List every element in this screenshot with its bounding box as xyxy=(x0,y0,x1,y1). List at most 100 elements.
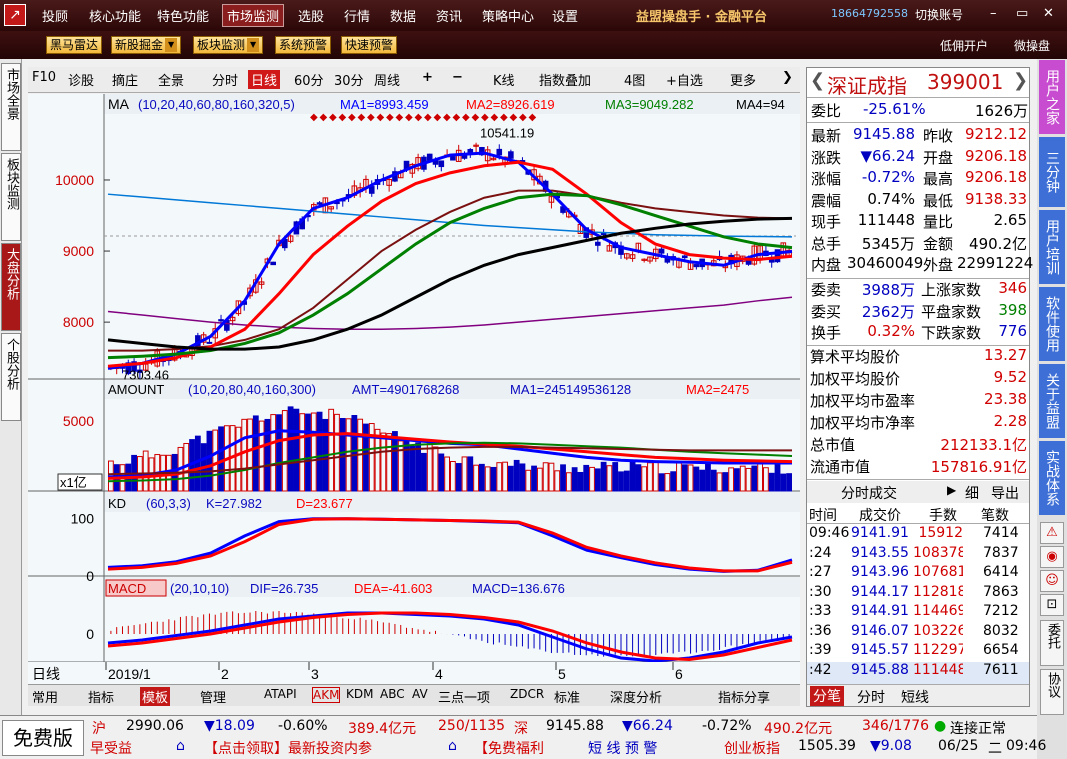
entrust-button[interactable]: 委托 xyxy=(1040,620,1064,666)
agreement-button[interactable]: 协议 xyxy=(1040,669,1064,715)
new-stock-mining-button[interactable]: 新股掘金 ▼ xyxy=(111,36,182,54)
package-icon[interactable]: ⊡ xyxy=(1040,594,1064,616)
stat-label: 加权平均股价 xyxy=(810,370,901,388)
dark-horse-radar-button[interactable]: 黑马雷达 xyxy=(46,36,103,54)
switch-account-link[interactable]: 切换账号 xyxy=(915,6,963,23)
tab-sector-monitor[interactable]: 板块监测 xyxy=(1,153,21,241)
tab-market-analysis[interactable]: 大盘分析 xyxy=(1,243,21,331)
menu-market-monitor[interactable]: 市场监测 xyxy=(222,4,285,27)
tick-price: 9145.88 xyxy=(851,661,909,678)
f10-button[interactable]: F10 xyxy=(32,70,56,85)
macd-dea-value: DEA=-41.603 xyxy=(354,581,432,596)
tab-av[interactable]: AV xyxy=(412,687,428,701)
tab-user-home[interactable]: 用户之家 xyxy=(1039,60,1065,134)
chevron-down-icon[interactable]: ▼ xyxy=(165,38,178,52)
collapse-panel-icon[interactable]: ❯ xyxy=(782,70,793,85)
prev-stock-icon[interactable]: ❮ xyxy=(810,70,825,91)
tab-common[interactable]: 常用 xyxy=(32,687,58,706)
menu-news[interactable]: 资讯 xyxy=(436,6,462,25)
tick-expand-icon[interactable]: ▶ xyxy=(947,483,956,497)
high-price-label: 10541.19 xyxy=(480,126,534,141)
diagnose-button[interactable]: 诊股 xyxy=(68,70,94,89)
close-icon[interactable]: ✕ xyxy=(1043,6,1054,21)
tab-trades[interactable]: 分笔 xyxy=(810,686,844,706)
watchlist-button[interactable]: +自选 xyxy=(666,70,703,89)
low-commission-account-link[interactable]: 低佣开户 xyxy=(940,37,988,54)
intraday-button[interactable]: 分时 xyxy=(212,70,238,89)
alert-icon[interactable]: ⚠ xyxy=(1040,522,1064,544)
kline-chart-svg[interactable]: MA (10,20,40,60,80,160,320,5) MA1=8993.459… xyxy=(28,94,800,684)
tab-market-overview[interactable]: 市场全景 xyxy=(1,63,21,151)
daily-button[interactable]: 日线 xyxy=(248,70,281,89)
zoom-out-button[interactable]: − xyxy=(452,70,463,85)
amount-bar xyxy=(252,415,259,492)
system-alert-button[interactable]: 系统预警 xyxy=(275,36,332,54)
ticker-text-3[interactable]: 【免费福利 xyxy=(474,738,544,758)
tick-detail-button[interactable]: 细 xyxy=(965,483,979,503)
tab-deep-analysis[interactable]: 深度分析 xyxy=(610,687,662,706)
menu-settings[interactable]: 设置 xyxy=(552,6,578,25)
minimize-icon[interactable]: – xyxy=(990,6,997,21)
tab-zdcr[interactable]: ZDCR xyxy=(510,687,544,701)
tab-three-minutes[interactable]: 三分钟 xyxy=(1039,137,1065,207)
menu-core-functions[interactable]: 核心功能 xyxy=(89,6,141,25)
four-charts-dropdown[interactable]: 4图 xyxy=(624,70,645,89)
shortline-alert[interactable]: 短 线 预 警 xyxy=(588,738,657,758)
tab-three-points[interactable]: 三点一项 xyxy=(438,687,490,706)
menu-investment-advisor[interactable]: 投顾 xyxy=(42,6,68,25)
zhaizhuang-button[interactable]: 摘庄 xyxy=(112,70,138,89)
tab-user-training[interactable]: 用户培训 xyxy=(1039,210,1065,284)
ticker-text-1[interactable]: 早受益 xyxy=(90,738,132,758)
tab-atapi[interactable]: ATAPI xyxy=(264,687,297,701)
quote-value: 776 xyxy=(998,322,1027,340)
menu-featured-functions[interactable]: 特色功能 xyxy=(157,6,209,25)
tab-template[interactable]: 模板 xyxy=(140,687,171,706)
panorama-button[interactable]: 全景 xyxy=(158,70,184,89)
quote-row: 委卖 3988万 上涨家数 346 xyxy=(807,279,1029,301)
menu-quotes[interactable]: 行情 xyxy=(344,6,370,25)
chevron-down-icon[interactable]: ▼ xyxy=(247,38,260,52)
zoom-in-button[interactable]: + xyxy=(422,70,433,85)
tab-stock-analysis[interactable]: 个股分析 xyxy=(1,333,21,421)
tab-indicator[interactable]: 指标 xyxy=(88,687,114,706)
kline-dropdown[interactable]: K线 xyxy=(493,70,515,89)
tab-abc[interactable]: ABC xyxy=(380,687,405,701)
tab-shortline[interactable]: 短线 xyxy=(901,687,929,707)
menu-stock-picking[interactable]: 选股 xyxy=(298,6,324,25)
quote-label: 涨幅 xyxy=(811,170,842,188)
kd-d-value: D=23.677 xyxy=(296,496,353,511)
30min-button[interactable]: 30分 xyxy=(334,70,364,89)
more-dropdown[interactable]: 更多 xyxy=(730,70,756,89)
home-icon[interactable]: ⌂ xyxy=(448,738,457,754)
next-stock-icon[interactable]: ❯ xyxy=(1013,70,1028,91)
menu-strategy-center[interactable]: 策略中心 xyxy=(482,6,534,25)
free-version-badge[interactable]: 免费版 xyxy=(2,720,84,756)
quick-alert-button[interactable]: 快速预警 xyxy=(341,36,398,54)
home-icon[interactable]: ⌂ xyxy=(176,738,185,754)
tick-export-button[interactable]: 导出 xyxy=(991,483,1019,503)
menu-data[interactable]: 数据 xyxy=(390,6,416,25)
index-overlay-dropdown[interactable]: 指数叠加 xyxy=(539,70,591,89)
tab-intraday[interactable]: 分时 xyxy=(857,687,885,707)
tab-practical-system[interactable]: 实战体系 xyxy=(1039,441,1065,515)
tab-kdm[interactable]: KDM xyxy=(346,687,373,701)
tab-standard[interactable]: 标准 xyxy=(554,687,580,706)
tab-akm[interactable]: AKM xyxy=(312,687,341,703)
micro-trading-link[interactable]: 微操盘 xyxy=(1014,37,1050,54)
tab-manage[interactable]: 管理 xyxy=(200,687,226,706)
tick-row[interactable]: :42 9145.88 111448 7611 xyxy=(807,661,1029,684)
tab-software-usage[interactable]: 软件使用 xyxy=(1039,287,1065,361)
60min-button[interactable]: 60分 xyxy=(294,70,324,89)
amount-bar xyxy=(218,426,224,492)
weekly-dropdown[interactable]: 周线 xyxy=(374,70,400,89)
sh-amount: 389.4亿元 xyxy=(348,721,417,737)
kd-params: (60,3,3) xyxy=(146,496,191,511)
sector-monitor-button[interactable]: 板块监测 ▼ xyxy=(193,36,264,54)
ticker-text-2[interactable]: 【点击领取】最新投资内参 xyxy=(204,738,372,758)
tab-indicator-share[interactable]: 指标分享 xyxy=(718,687,770,706)
maximize-icon[interactable]: ▭ xyxy=(1016,6,1028,21)
record-icon[interactable]: ◉ xyxy=(1040,546,1064,568)
quote-header: ❮ 深证成指 399001 ❯ xyxy=(807,68,1029,98)
tab-about[interactable]: 关于益盟 xyxy=(1039,364,1065,438)
user-icon[interactable]: ☺ xyxy=(1040,570,1064,592)
